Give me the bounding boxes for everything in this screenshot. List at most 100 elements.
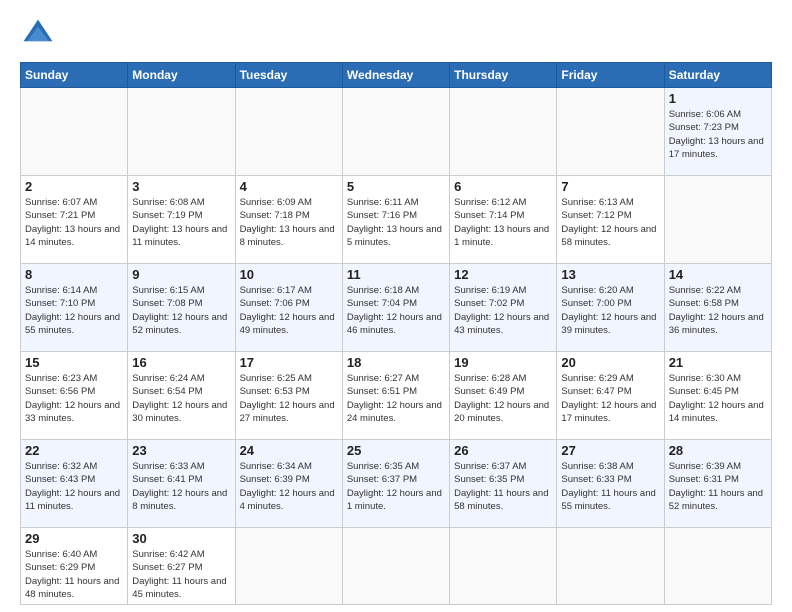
day-info: Sunrise: 6:13 AMSunset: 7:12 PMDaylight:…	[561, 196, 659, 249]
day-info: Sunrise: 6:42 AMSunset: 6:27 PMDaylight:…	[132, 548, 230, 601]
day-number: 26	[454, 443, 552, 458]
calendar-cell: 17Sunrise: 6:25 AMSunset: 6:53 PMDayligh…	[235, 352, 342, 440]
calendar-cell: 21 Sunrise: 6:30 AMSunset: 6:45 PMDayligh…	[664, 352, 771, 440]
day-number: 10	[240, 267, 338, 282]
calendar-cell: 26 Sunrise: 6:37 AMSunset: 6:35 PMDayligh…	[450, 440, 557, 528]
day-info: Sunrise: 6:40 AMSunset: 6:29 PMDaylight:…	[25, 548, 123, 601]
calendar-cell: 24 Sunrise: 6:34 AMSunset: 6:39 PMDayligh…	[235, 440, 342, 528]
calendar-cell	[450, 88, 557, 176]
day-info: Sunrise: 6:09 AMSunset: 7:18 PMDaylight:…	[240, 196, 338, 249]
day-info: Sunrise: 6:38 AMSunset: 6:33 PMDaylight:…	[561, 460, 659, 513]
calendar-cell: 22 Sunrise: 6:32 AMSunset: 6:43 PMDayligh…	[21, 440, 128, 528]
calendar-cell: 8Sunrise: 6:14 AMSunset: 7:10 PMDaylight…	[21, 264, 128, 352]
calendar-cell: 11 Sunrise: 6:18 AMSunset: 7:04 PMDayligh…	[342, 264, 449, 352]
day-number: 5	[347, 179, 445, 194]
day-info: Sunrise: 6:27 AMSunset: 6:51 PMDaylight:…	[347, 372, 445, 425]
day-number: 20	[561, 355, 659, 370]
calendar-cell	[21, 88, 128, 176]
day-number: 15	[25, 355, 123, 370]
calendar-cell: 18 Sunrise: 6:27 AMSunset: 6:51 PMDayligh…	[342, 352, 449, 440]
calendar-cell: 6 Sunrise: 6:12 AMSunset: 7:14 PMDaylight…	[450, 176, 557, 264]
day-info: Sunrise: 6:29 AMSunset: 6:47 PMDaylight:…	[561, 372, 659, 425]
calendar-cell: 16 Sunrise: 6:24 AMSunset: 6:54 PMDayligh…	[128, 352, 235, 440]
day-info: Sunrise: 6:23 AMSunset: 6:56 PMDaylight:…	[25, 372, 123, 425]
day-number: 16	[132, 355, 230, 370]
col-sunday: Sunday	[21, 63, 128, 88]
calendar-cell: 23 Sunrise: 6:33 AMSunset: 6:41 PMDayligh…	[128, 440, 235, 528]
calendar-cell: 15 Sunrise: 6:23 AMSunset: 6:56 PMDayligh…	[21, 352, 128, 440]
day-info: Sunrise: 6:39 AMSunset: 6:31 PMDaylight:…	[669, 460, 767, 513]
calendar-cell	[450, 528, 557, 605]
calendar-cell	[342, 88, 449, 176]
day-number: 22	[25, 443, 123, 458]
calendar-cell: 4 Sunrise: 6:09 AMSunset: 7:18 PMDaylight…	[235, 176, 342, 264]
day-number: 6	[454, 179, 552, 194]
day-number: 14	[669, 267, 767, 282]
day-info: Sunrise: 6:15 AMSunset: 7:08 PMDaylight:…	[132, 284, 230, 337]
col-monday: Monday	[128, 63, 235, 88]
calendar-cell	[342, 528, 449, 605]
calendar-cell	[664, 528, 771, 605]
day-info: Sunrise: 6:24 AMSunset: 6:54 PMDaylight:…	[132, 372, 230, 425]
day-info: Sunrise: 6:37 AMSunset: 6:35 PMDaylight:…	[454, 460, 552, 513]
calendar-page: Sunday Monday Tuesday Wednesday Thursday…	[0, 0, 792, 612]
calendar-cell: 27 Sunrise: 6:38 AMSunset: 6:33 PMDayligh…	[557, 440, 664, 528]
calendar-cell: 1 Sunrise: 6:06 AMSunset: 7:23 PMDaylight…	[664, 88, 771, 176]
col-thursday: Thursday	[450, 63, 557, 88]
day-info: Sunrise: 6:19 AMSunset: 7:02 PMDaylight:…	[454, 284, 552, 337]
col-saturday: Saturday	[664, 63, 771, 88]
day-info: Sunrise: 6:28 AMSunset: 6:49 PMDaylight:…	[454, 372, 552, 425]
day-info: Sunrise: 6:17 AMSunset: 7:06 PMDaylight:…	[240, 284, 338, 337]
page-header	[20, 16, 772, 52]
calendar-cell	[128, 88, 235, 176]
day-info: Sunrise: 6:12 AMSunset: 7:14 PMDaylight:…	[454, 196, 552, 249]
day-info: Sunrise: 6:32 AMSunset: 6:43 PMDaylight:…	[25, 460, 123, 513]
calendar-cell: 3Sunrise: 6:08 AMSunset: 7:19 PMDaylight…	[128, 176, 235, 264]
day-number: 9	[132, 267, 230, 282]
col-tuesday: Tuesday	[235, 63, 342, 88]
col-friday: Friday	[557, 63, 664, 88]
day-number: 1	[669, 91, 767, 106]
calendar-cell: 20 Sunrise: 6:29 AMSunset: 6:47 PMDayligh…	[557, 352, 664, 440]
day-number: 27	[561, 443, 659, 458]
calendar-cell: 12 Sunrise: 6:19 AMSunset: 7:02 PMDayligh…	[450, 264, 557, 352]
day-number: 8	[25, 267, 123, 282]
day-number: 4	[240, 179, 338, 194]
day-info: Sunrise: 6:34 AMSunset: 6:39 PMDaylight:…	[240, 460, 338, 513]
calendar-cell: 7Sunrise: 6:13 AMSunset: 7:12 PMDaylight…	[557, 176, 664, 264]
day-number: 24	[240, 443, 338, 458]
day-info: Sunrise: 6:22 AMSunset: 6:58 PMDaylight:…	[669, 284, 767, 337]
calendar-table: Sunday Monday Tuesday Wednesday Thursday…	[20, 62, 772, 605]
day-number: 11	[347, 267, 445, 282]
day-info: Sunrise: 6:06 AMSunset: 7:23 PMDaylight:…	[669, 108, 767, 161]
calendar-cell: 10 Sunrise: 6:17 AMSunset: 7:06 PMDayligh…	[235, 264, 342, 352]
calendar-cell: 28Sunrise: 6:39 AMSunset: 6:31 PMDayligh…	[664, 440, 771, 528]
day-number: 29	[25, 531, 123, 546]
calendar-cell: 30 Sunrise: 6:42 AMSunset: 6:27 PMDayligh…	[128, 528, 235, 605]
calendar-cell	[235, 88, 342, 176]
day-info: Sunrise: 6:08 AMSunset: 7:19 PMDaylight:…	[132, 196, 230, 249]
day-number: 12	[454, 267, 552, 282]
day-number: 2	[25, 179, 123, 194]
logo-icon	[20, 16, 56, 52]
day-number: 18	[347, 355, 445, 370]
calendar-cell: 5Sunrise: 6:11 AMSunset: 7:16 PMDaylight…	[342, 176, 449, 264]
day-info: Sunrise: 6:30 AMSunset: 6:45 PMDaylight:…	[669, 372, 767, 425]
calendar-cell: 9 Sunrise: 6:15 AMSunset: 7:08 PMDaylight…	[128, 264, 235, 352]
day-number: 13	[561, 267, 659, 282]
calendar-cell: 14 Sunrise: 6:22 AMSunset: 6:58 PMDayligh…	[664, 264, 771, 352]
day-info: Sunrise: 6:20 AMSunset: 7:00 PMDaylight:…	[561, 284, 659, 337]
day-info: Sunrise: 6:18 AMSunset: 7:04 PMDaylight:…	[347, 284, 445, 337]
day-info: Sunrise: 6:07 AMSunset: 7:21 PMDaylight:…	[25, 196, 123, 249]
calendar-cell: 19 Sunrise: 6:28 AMSunset: 6:49 PMDayligh…	[450, 352, 557, 440]
day-number: 23	[132, 443, 230, 458]
calendar-cell: 29 Sunrise: 6:40 AMSunset: 6:29 PMDayligh…	[21, 528, 128, 605]
calendar-cell: 2 Sunrise: 6:07 AMSunset: 7:21 PMDaylight…	[21, 176, 128, 264]
day-number: 19	[454, 355, 552, 370]
day-number: 21	[669, 355, 767, 370]
day-number: 25	[347, 443, 445, 458]
day-info: Sunrise: 6:25 AMSunset: 6:53 PMDaylight:…	[240, 372, 338, 425]
calendar-cell	[235, 528, 342, 605]
day-number: 30	[132, 531, 230, 546]
day-info: Sunrise: 6:33 AMSunset: 6:41 PMDaylight:…	[132, 460, 230, 513]
